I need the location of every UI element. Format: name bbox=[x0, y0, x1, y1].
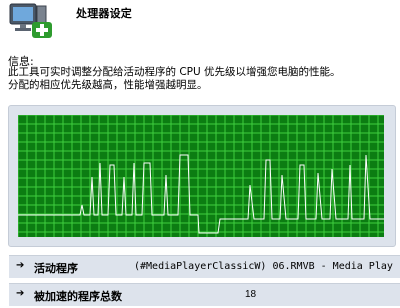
accelerated-total-value: 18 bbox=[245, 289, 257, 300]
active-program-value: (#MediaPlayerClassicW) 06.RMVB - Media P… bbox=[134, 261, 393, 272]
active-program-row: ➔ 活动程序 (#MediaPlayerClassicW) 06.RMVB - … bbox=[9, 255, 400, 278]
arrow-right-icon: ➔ bbox=[16, 288, 25, 299]
cpu-graph-canvas bbox=[18, 115, 384, 237]
cpu-usage-graph bbox=[18, 115, 384, 237]
computer-add-icon bbox=[6, 2, 56, 40]
cpu-usage-line bbox=[18, 154, 384, 234]
active-program-label: 活动程序 bbox=[34, 262, 78, 275]
info-line-2: 分配的相应优先级越高，性能增强越明显。 bbox=[8, 79, 208, 91]
page-title: 处理器设定 bbox=[76, 7, 132, 20]
header: 处理器设定 bbox=[0, 0, 400, 44]
info-text: 此工具可实时调整分配给活动程序的 CPU 优先级以增强您电脑的性能。 分配的相应… bbox=[8, 66, 398, 92]
info-line-1: 此工具可实时调整分配给活动程序的 CPU 优先级以增强您电脑的性能。 bbox=[8, 66, 341, 78]
cpu-graph-panel bbox=[8, 105, 396, 247]
accelerated-total-label: 被加速的程序总数 bbox=[34, 290, 122, 303]
accelerated-total-row: ➔ 被加速的程序总数 18 bbox=[9, 283, 400, 306]
arrow-right-icon: ➔ bbox=[16, 260, 25, 271]
